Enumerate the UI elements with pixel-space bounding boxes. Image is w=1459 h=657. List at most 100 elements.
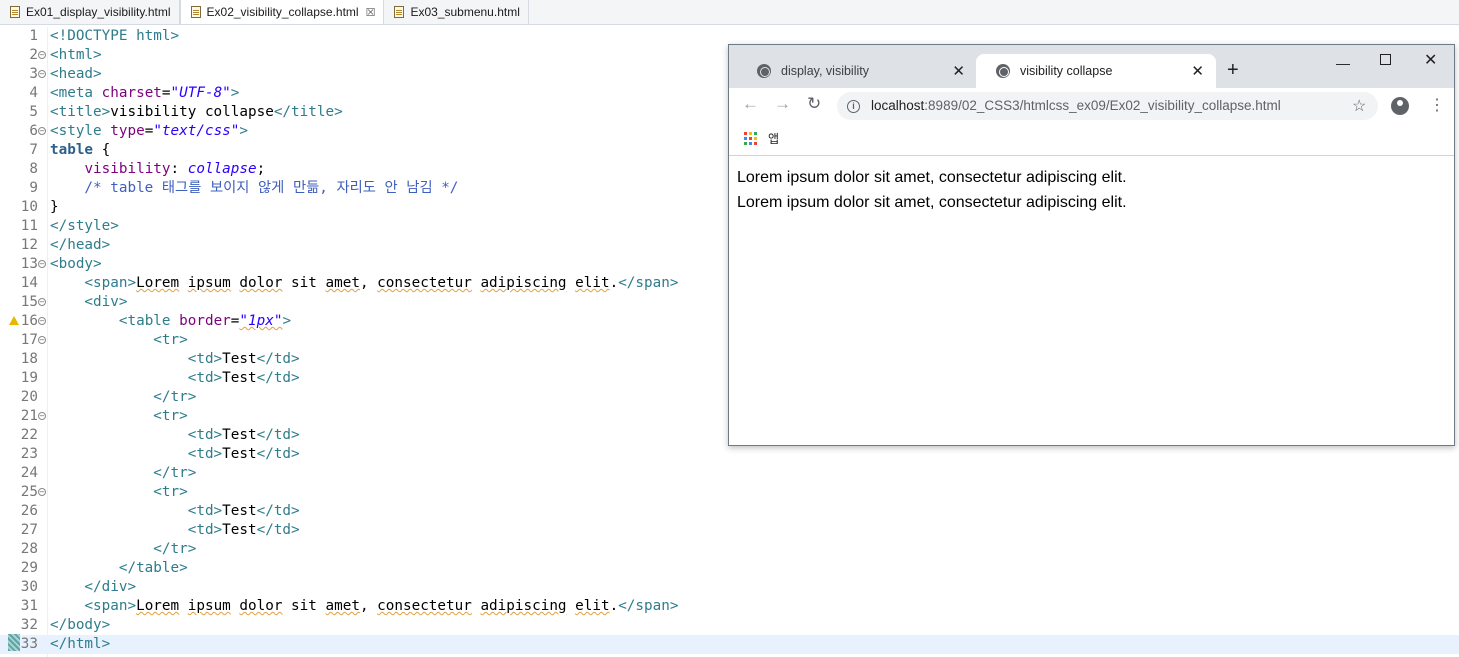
line-number: 7 (29, 142, 38, 158)
line-number: 13 (20, 256, 38, 272)
bookmarks-bar: 앱 (729, 124, 1454, 156)
line-number: 32 (20, 617, 38, 633)
line-number: 20 (20, 389, 38, 405)
line-number: 11 (20, 218, 38, 234)
code-text: <table border="1px"> (118, 313, 292, 329)
code-text: } (50, 199, 59, 215)
line-number: 28 (20, 541, 38, 557)
code-text: </style> (50, 218, 119, 234)
line-number: 31 (20, 598, 38, 614)
code-text: <tr> (50, 408, 188, 424)
code-text: <body> (50, 256, 102, 272)
info-icon[interactable]: i (847, 100, 860, 113)
editor-tab-ex02[interactable]: Ex02_visibility_collapse.html ☒ (179, 0, 385, 24)
new-tab-icon[interactable]: + (1227, 59, 1239, 82)
code-text: </head> (50, 237, 111, 253)
code-line[interactable]: 29 </table> (0, 559, 1459, 578)
line-number: 25 (20, 484, 38, 500)
line-number: 15 (20, 294, 38, 310)
account-icon[interactable] (1391, 97, 1409, 115)
code-text: </html> (50, 636, 111, 652)
code-line[interactable]: 27 <td>Test</td> (0, 521, 1459, 540)
code-text: </body> (50, 617, 111, 633)
line-number: 17 (20, 332, 38, 348)
fold-toggle-icon[interactable]: − (38, 488, 46, 496)
change-marker-icon (8, 634, 20, 651)
line-number: 10 (20, 199, 38, 215)
editor-tab-ex01[interactable]: Ex01_display_visibility.html (0, 0, 180, 24)
line-number: 22 (20, 427, 38, 443)
code-text: <td>Test</td> (187, 351, 300, 367)
browser-tab-display-visibility[interactable]: display, visibility ✕ (737, 54, 977, 88)
bookmark-star-icon[interactable]: ☆ (1352, 96, 1366, 116)
line-number: 5 (29, 104, 38, 120)
code-text: </tr> (50, 465, 197, 481)
code-text: <!DOCTYPE html> (50, 28, 180, 44)
code-comment: /* table 태그를 보이지 않게 만듦, 자리도 안 남김 */ (50, 180, 459, 196)
code-line[interactable]: 26 <td>Test</td> (0, 502, 1459, 521)
fold-toggle-icon[interactable]: − (38, 412, 46, 420)
reload-icon[interactable]: ↻ (807, 94, 821, 114)
code-text: <td>Test</td> (187, 503, 300, 519)
editor-tab-bar: Ex01_display_visibility.html Ex02_visibi… (0, 0, 1459, 25)
close-tab-icon[interactable]: ☒ (366, 6, 376, 19)
page-content: Lorem ipsum dolor sit amet, consectetur … (729, 157, 1454, 445)
code-text: </table> (50, 560, 188, 576)
html-file-icon (394, 6, 405, 18)
code-line[interactable]: 31 <span>Lorem ipsum dolor sit amet, con… (0, 597, 1459, 616)
code-text: <span>Lorem ipsum dolor sit amet, consec… (84, 598, 679, 614)
code-line[interactable]: 25− <tr> (0, 483, 1459, 502)
globe-icon (996, 64, 1010, 78)
browser-window: display, visibility ✕ visibility collaps… (728, 44, 1455, 446)
browser-tab-visibility-collapse[interactable]: visibility collapse ✕ (976, 54, 1216, 88)
code-text: <head> (50, 66, 102, 82)
line-number: 3 (29, 66, 38, 82)
forward-icon[interactable]: → (774, 94, 791, 114)
line-number: 9 (29, 180, 38, 196)
line-number: 16 (20, 313, 38, 329)
more-menu-icon[interactable]: ⋮ (1429, 95, 1445, 115)
close-icon[interactable]: ✕ (952, 62, 965, 80)
line-number: 30 (20, 579, 38, 595)
code-text: <span>Lorem ipsum dolor sit amet, consec… (84, 275, 679, 291)
fold-toggle-icon[interactable]: − (38, 317, 46, 325)
window-close-icon[interactable]: ✕ (1424, 50, 1437, 70)
code-text: </tr> (50, 389, 197, 405)
line-number: 24 (20, 465, 38, 481)
minimize-icon[interactable]: — (1336, 55, 1350, 71)
line-number: 27 (20, 522, 38, 538)
editor-tab-ex03[interactable]: Ex03_submenu.html (384, 0, 529, 24)
close-icon[interactable]: ✕ (1191, 62, 1204, 80)
fold-toggle-icon[interactable]: − (38, 336, 46, 344)
fold-toggle-icon[interactable]: − (38, 51, 46, 59)
editor-tab-label: Ex01_display_visibility.html (26, 5, 171, 19)
maximize-icon[interactable] (1380, 54, 1391, 65)
apps-bookmark-label[interactable]: 앱 (768, 130, 779, 147)
code-text: <td>Test</td> (187, 370, 300, 386)
browser-tab-label: visibility collapse (1020, 64, 1113, 78)
code-line[interactable]: 28 </tr> (0, 540, 1459, 559)
globe-icon (757, 64, 771, 78)
address-path: :8989/02_CSS3/htmlcss_ex09/Ex02_visibili… (924, 98, 1281, 113)
code-line[interactable]: 23 <td>Test</td> (0, 445, 1459, 464)
back-icon[interactable]: ← (742, 94, 759, 114)
code-text: <html> (50, 47, 102, 63)
fold-toggle-icon[interactable]: − (38, 127, 46, 135)
code-text: <div> (50, 294, 128, 310)
browser-tab-label: display, visibility (781, 64, 869, 78)
line-number: 29 (20, 560, 38, 576)
code-text: <td>Test</td> (187, 446, 300, 462)
code-text: table { (50, 142, 111, 158)
code-line[interactable]: 32 </body> (0, 616, 1459, 635)
line-number: 26 (20, 503, 38, 519)
fold-toggle-icon[interactable]: − (38, 70, 46, 78)
address-bar[interactable]: localhost:8989/02_CSS3/htmlcss_ex09/Ex02… (837, 92, 1378, 120)
browser-toolbar: ← → ↻ localhost:8989/02_CSS3/htmlcss_ex0… (729, 88, 1454, 124)
line-number: 6 (29, 123, 38, 139)
code-line[interactable]: 30 </div> (0, 578, 1459, 597)
code-line[interactable]: 24 </tr> (0, 464, 1459, 483)
code-text: </div> (50, 579, 137, 595)
code-line-current[interactable]: 33 </html> (0, 635, 1459, 654)
fold-toggle-icon[interactable]: − (38, 298, 46, 306)
fold-toggle-icon[interactable]: − (38, 260, 46, 268)
